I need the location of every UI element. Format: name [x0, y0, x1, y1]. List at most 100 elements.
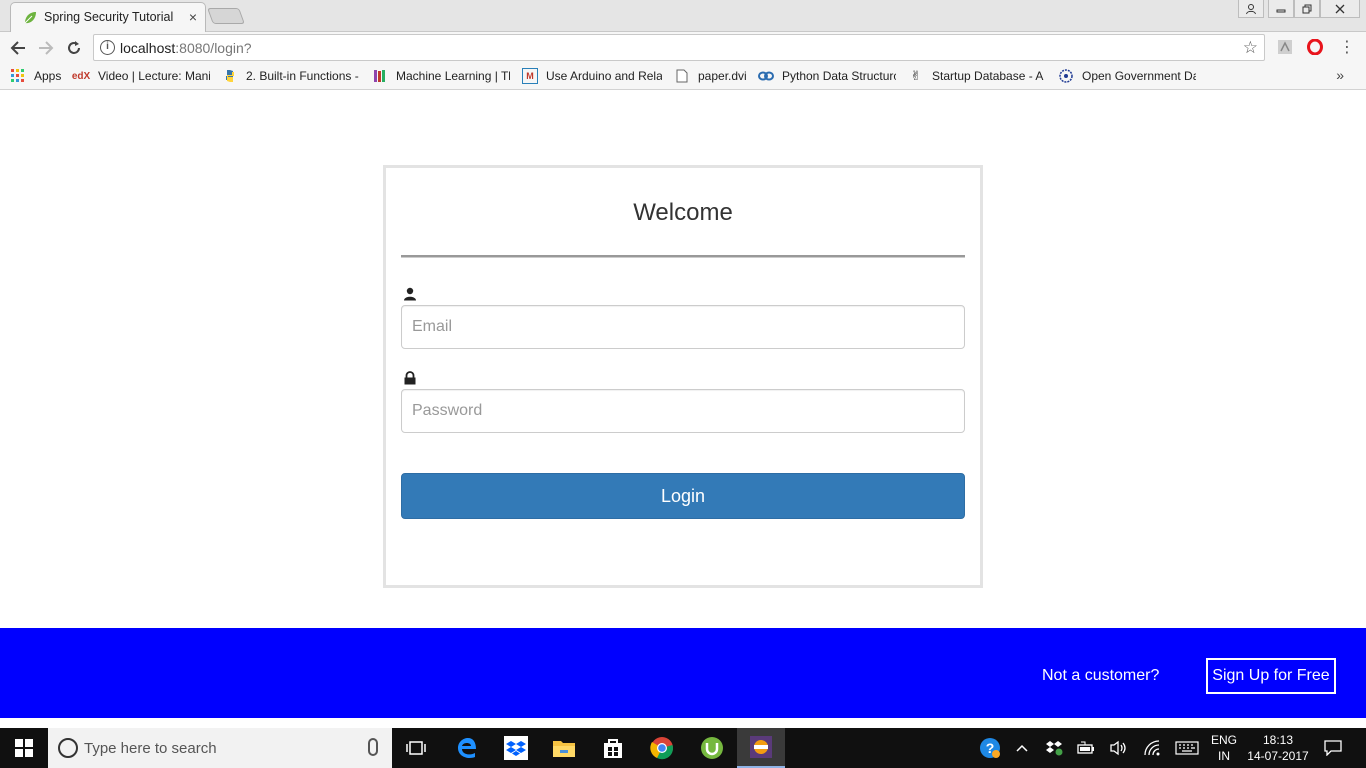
- dropbox-icon: [504, 736, 528, 760]
- task-view-icon: [406, 741, 426, 755]
- minimize-button[interactable]: [1268, 0, 1294, 18]
- taskbar-utorrent[interactable]: [688, 728, 736, 768]
- apps-grid-icon: [10, 68, 26, 84]
- email-field[interactable]: [401, 305, 965, 349]
- tray-battery[interactable]: [1076, 728, 1096, 768]
- signup-footer: Not a customer? Sign Up for Free: [0, 628, 1366, 718]
- action-center-button[interactable]: [1320, 728, 1346, 768]
- folder-icon: [553, 741, 575, 757]
- speaker-icon: [1110, 740, 1126, 756]
- bookmark-startup-database[interactable]: ✌ Startup Database - Ai: [908, 68, 1044, 84]
- keyboard-icon: [1175, 741, 1199, 755]
- not-customer-text: Not a customer?: [1042, 667, 1160, 684]
- chevron-up-icon: [1016, 744, 1028, 752]
- show-hidden-icons[interactable]: [1012, 728, 1032, 768]
- start-button[interactable]: [0, 728, 48, 768]
- bookmark-open-government[interactable]: Open Government Da: [1058, 68, 1196, 84]
- url-text: localhost:8080/login?: [120, 40, 252, 56]
- tray-keyboard[interactable]: [1174, 728, 1200, 768]
- password-field[interactable]: [401, 389, 965, 433]
- taskbar-file-explorer[interactable]: [540, 728, 588, 768]
- bookmarks-bar: Apps edX Video | Lecture: Mani 2. Built-…: [0, 62, 1366, 90]
- notification-icon: [1324, 740, 1342, 756]
- tray-help[interactable]: ?: [978, 728, 1002, 768]
- edge-browser-icon: [458, 738, 476, 758]
- tab-close-icon[interactable]: ×: [189, 9, 197, 25]
- taskbar-edge[interactable]: [443, 728, 491, 768]
- document-icon: [674, 68, 690, 84]
- url-path: :8080/login?: [175, 40, 252, 56]
- link-icon: [758, 68, 774, 84]
- task-view-button[interactable]: [392, 728, 440, 768]
- bookmark-label: Use Arduino and Rela: [546, 69, 662, 83]
- bookmark-python-builtins[interactable]: 2. Built-in Functions -: [222, 68, 360, 84]
- arrow-right-icon: [39, 41, 54, 55]
- bookmark-label: paper.dvi: [698, 69, 747, 83]
- pdf-extension-icon[interactable]: [1276, 38, 1294, 56]
- bookmark-edx[interactable]: edX Video | Lecture: Mani: [72, 68, 210, 84]
- menu-kebab-icon[interactable]: ⋮: [1338, 38, 1356, 56]
- browser-toolbar: i localhost:8080/login? ☆ ⋮: [0, 32, 1366, 62]
- arrow-left-icon: [10, 41, 25, 55]
- taskbar-dropbox[interactable]: [492, 728, 540, 768]
- taskbar-search-box[interactable]: Type here to search: [48, 728, 392, 768]
- new-tab-button[interactable]: [207, 8, 245, 24]
- instructables-icon: M: [522, 68, 538, 84]
- dropbox-sync-icon: [1046, 741, 1063, 756]
- back-button[interactable]: [6, 36, 30, 60]
- login-button[interactable]: Login: [401, 473, 965, 519]
- windows-logo-icon: [15, 739, 33, 757]
- site-info-icon[interactable]: i: [100, 40, 115, 55]
- bookmark-paper[interactable]: paper.dvi: [674, 68, 748, 84]
- windows-taskbar: Type here to search ? ENG IN 18:13 14-07…: [0, 728, 1366, 768]
- system-clock[interactable]: 18:13 14-07-2017: [1246, 732, 1310, 764]
- bookmark-star-icon[interactable]: ☆: [1243, 38, 1258, 58]
- bookmark-python-data-structures[interactable]: Python Data Structurc: [758, 68, 896, 84]
- tray-dropbox[interactable]: [1044, 728, 1064, 768]
- chrome-icon: [650, 737, 673, 760]
- bookmark-apps[interactable]: Apps: [10, 68, 70, 84]
- bookmark-label: Python Data Structurc: [782, 69, 896, 83]
- store-bag-icon: [604, 739, 622, 758]
- taskbar-eclipse[interactable]: [737, 728, 785, 768]
- victory-hand-icon: ✌: [910, 68, 922, 83]
- url-host: localhost: [120, 40, 176, 56]
- python-icon: [222, 68, 238, 84]
- search-placeholder: Type here to search: [84, 740, 217, 757]
- restore-button[interactable]: [1294, 0, 1320, 18]
- lock-icon: [404, 371, 416, 385]
- forward-button[interactable]: [34, 36, 58, 60]
- bookmark-label: Apps: [34, 69, 62, 83]
- page-title: Welcome: [633, 199, 733, 226]
- close-window-button[interactable]: [1320, 0, 1360, 18]
- spring-leaf-icon: [24, 12, 36, 24]
- login-card: Welcome Login: [383, 165, 983, 588]
- restore-icon: [1302, 4, 1312, 13]
- taskbar-store[interactable]: [589, 728, 637, 768]
- wifi-icon: [1144, 740, 1160, 756]
- browser-tab-strip: Spring Security Tutorial ×: [0, 0, 1366, 32]
- help-question-icon: ?: [980, 738, 1000, 758]
- bookmark-label: Startup Database - Ai: [932, 69, 1044, 83]
- tab-title: Spring Security Tutorial: [44, 10, 174, 24]
- user-icon: [404, 287, 416, 301]
- signup-button[interactable]: Sign Up for Free: [1206, 658, 1336, 694]
- profile-button[interactable]: [1238, 0, 1264, 18]
- government-icon: [1058, 68, 1074, 84]
- bookmark-arduino[interactable]: M Use Arduino and Rela: [522, 68, 662, 84]
- more-bookmarks-icon[interactable]: »: [1336, 67, 1344, 83]
- close-icon: [1335, 4, 1345, 13]
- taskbar-chrome[interactable]: [638, 728, 686, 768]
- input-language[interactable]: ENG IN: [1206, 732, 1242, 764]
- microphone-icon[interactable]: [368, 738, 378, 756]
- address-bar[interactable]: i localhost:8080/login? ☆: [93, 34, 1265, 61]
- tray-wifi[interactable]: [1141, 728, 1163, 768]
- region-code: IN: [1218, 749, 1230, 763]
- tray-volume[interactable]: [1108, 728, 1130, 768]
- bookmark-machine-learning[interactable]: Machine Learning | Tl: [372, 68, 510, 84]
- reload-button[interactable]: [62, 36, 86, 60]
- clock-time: 18:13: [1262, 733, 1294, 747]
- opera-extension-icon[interactable]: [1306, 38, 1324, 56]
- title-divider: [401, 255, 965, 258]
- browser-tab[interactable]: Spring Security Tutorial ×: [10, 2, 206, 32]
